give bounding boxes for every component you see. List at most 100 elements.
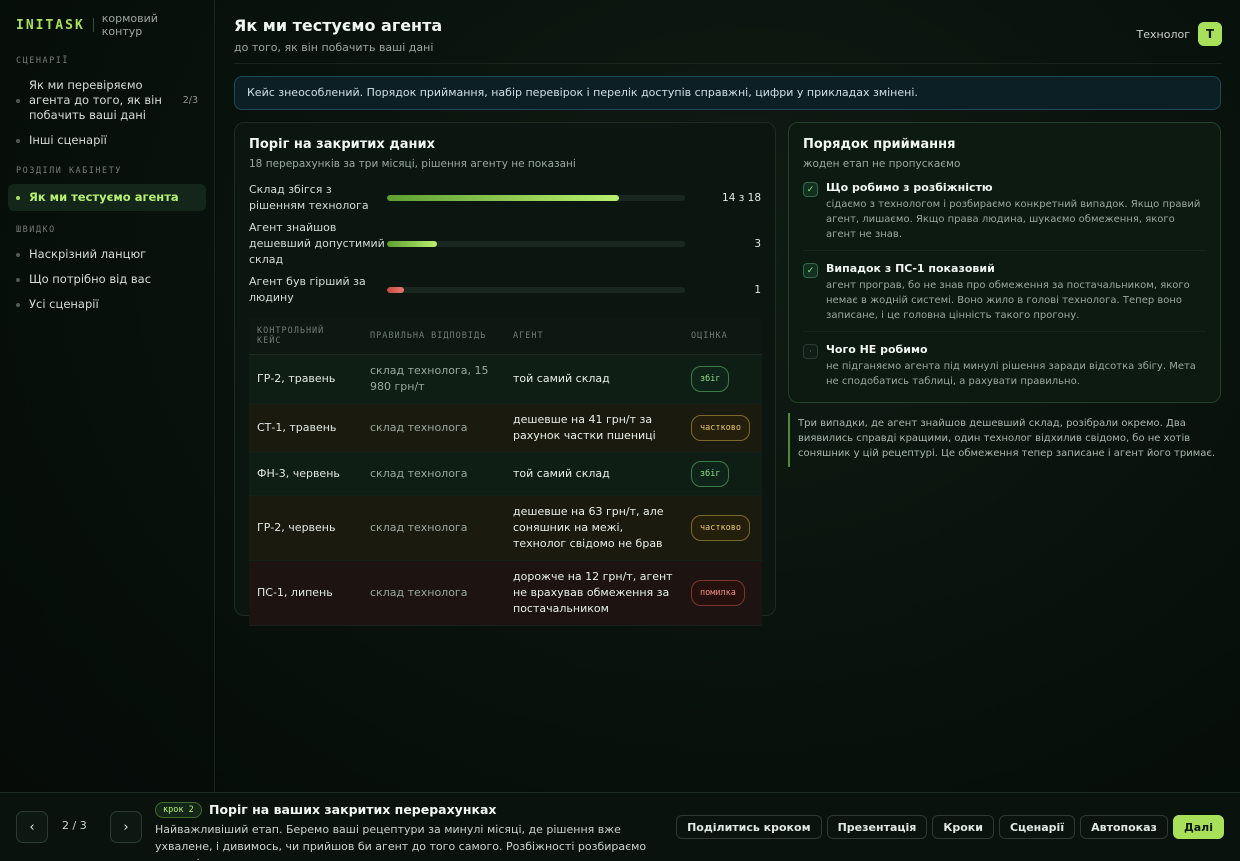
note-quote: Три випадки, де агент знайшов дешевший с…	[788, 413, 1221, 467]
agent-cell: дорожче на 12 грн/т, агент не врахував о…	[505, 560, 683, 626]
page-header: Як ми тестуємо агента до того, як він по…	[234, 14, 1222, 64]
bullet-icon	[16, 277, 20, 282]
metric-bar	[387, 287, 685, 293]
brand-divider	[92, 18, 94, 32]
metric-value: 1	[754, 284, 761, 296]
brand[interactable]: INITASK кормовий контур	[8, 12, 206, 38]
agent-cell: той самий склад	[505, 452, 683, 496]
table-row[interactable]: ГР-2, червень склад технолога дешевше на…	[249, 495, 762, 561]
card-subtitle: 18 перерахунків за три місяці, рішення а…	[249, 158, 576, 170]
acceptance-step: ✓ Випадок з ПС-1 показовий агент програв…	[803, 262, 1206, 332]
metric-match: Склад збігся з рішенням технолога 14 з 1…	[249, 182, 761, 214]
bullet-icon	[16, 252, 20, 257]
user-menu[interactable]: Технолог Т	[1137, 22, 1222, 46]
grade-cell: помилка	[683, 560, 762, 626]
section-label-scenarios: СЦЕНАРІЇ	[16, 56, 69, 66]
step-body: агент програв, бо не знав про обмеження …	[826, 280, 1190, 321]
step-title: Що робимо з розбіжністю	[826, 181, 993, 194]
chevron-left-icon: ‹	[29, 819, 35, 835]
status-badge: збіг	[691, 366, 730, 392]
brand-logo: INITASK	[16, 17, 85, 33]
acceptance-step: · Чого НЕ робимо не підганяємо агента пі…	[803, 343, 1206, 397]
case-cell: ПС-1, липень	[249, 560, 362, 626]
step-footer: ‹ 2 / 3 › крок 2 Поріг на ваших закритих…	[0, 792, 1240, 861]
sidebar-item-label: Наскрізний ланцюг	[29, 247, 147, 261]
sidebar-item-end-to-end[interactable]: Наскрізний ланцюг	[8, 243, 206, 266]
table-row[interactable]: СТ-1, травень склад технолога дешевше на…	[249, 403, 762, 453]
control-cases-table: КОНТРОЛЬНИЙ КЕЙС ПРАВИЛЬНА ВІДПОВІДЬ АГЕ…	[249, 318, 762, 626]
table-row[interactable]: ПС-1, липень склад технолога дорожче на …	[249, 560, 762, 626]
sidebar-item-all-scenarios[interactable]: Усі сценарії	[8, 293, 206, 316]
card-subtitle: жоден етап не пропускаємо	[803, 158, 961, 170]
metric-worse: Агент був гірший за людину 1	[249, 274, 761, 306]
metric-label: Склад збігся з рішенням технолога	[249, 183, 369, 212]
correct-cell: склад технолога, 15 980 грн/т	[362, 354, 505, 404]
prev-button[interactable]: ‹	[16, 811, 48, 843]
table-header-row: КОНТРОЛЬНИЙ КЕЙС ПРАВИЛЬНА ВІДПОВІДЬ АГЕ…	[249, 318, 762, 355]
status-badge: частково	[691, 415, 750, 441]
column-header[interactable]: ПРАВИЛЬНА ВІДПОВІДЬ	[362, 318, 505, 355]
agent-cell: дешевше на 63 грн/т, але соняшник на меж…	[505, 495, 683, 561]
correct-cell: склад технолога	[362, 560, 505, 626]
metric-bar-fill	[387, 287, 404, 293]
next-button[interactable]: ›	[110, 811, 142, 843]
step-title: Випадок з ПС-1 показовий	[826, 262, 995, 275]
step-tag: крок 2	[155, 802, 202, 818]
next-step-button[interactable]: Далі	[1172, 815, 1224, 839]
column-header[interactable]: КОНТРОЛЬНИЙ КЕЙС	[249, 318, 362, 355]
avatar[interactable]: Т	[1198, 22, 1222, 46]
scenarios-button[interactable]: Сценарії	[998, 815, 1076, 839]
sidebar-item-what-we-need[interactable]: Що потрібно від вас	[8, 268, 206, 291]
metric-bar-fill	[387, 195, 619, 201]
footer-actions: Поділитись кроком Презентація Кроки Сцен…	[671, 815, 1224, 839]
agent-cell: той самий склад	[505, 354, 683, 404]
page-title: Як ми тестуємо агента	[234, 16, 443, 35]
sidebar-item-label: Усі сценарії	[29, 297, 99, 311]
metric-bar	[387, 195, 685, 201]
metric-bar	[387, 241, 685, 247]
brand-subtitle: кормовий контур	[101, 12, 158, 38]
grade-cell: збіг	[683, 354, 762, 404]
anonymized-notice: Кейс знеособлений. Порядок приймання, на…	[234, 76, 1221, 110]
column-header[interactable]: ОЦІНКА	[683, 318, 762, 355]
grade-cell: частково	[683, 403, 762, 453]
bullet-icon	[16, 195, 20, 200]
metric-cheaper: Агент знайшов дешевший допустимий склад …	[249, 220, 761, 268]
checkbox-checked-icon: ✓	[803, 263, 818, 278]
metric-label: Агент знайшов дешевший допустимий склад	[249, 221, 385, 266]
presentation-button[interactable]: Презентація	[826, 815, 928, 839]
steps-button[interactable]: Кроки	[932, 815, 994, 839]
table-row[interactable]: ГР-2, травень склад технолога, 15 980 гр…	[249, 354, 762, 404]
acceptance-step: ✓ Що робимо з розбіжністю сідаємо з техн…	[803, 181, 1206, 251]
sidebar-item-count: 2/3	[182, 95, 198, 106]
metric-bar-fill	[387, 241, 437, 247]
acceptance-card: Порядок приймання жоден етап не пропуска…	[788, 122, 1221, 403]
case-cell: ФН-3, червень	[249, 452, 362, 496]
bullet-icon	[16, 302, 20, 307]
metrics-list: Склад збігся з рішенням технолога 14 з 1…	[249, 182, 761, 306]
status-badge: помилка	[691, 580, 745, 606]
sidebar-item-how-we-test[interactable]: Як ми тестуємо агента	[8, 184, 206, 211]
section-label-quick: ШВИДКО	[16, 225, 56, 235]
sidebar-item-label: Як ми тестуємо агента	[29, 190, 179, 204]
status-badge: частково	[691, 515, 750, 541]
sidebar-item-scenario-check[interactable]: Як ми перевіряємо агента до того, як він…	[8, 74, 206, 127]
bullet-icon	[16, 98, 20, 103]
correct-cell: склад технолога	[362, 495, 505, 561]
agent-cell: дешевше на 41 грн/т за рахунок частки пш…	[505, 403, 683, 453]
correct-cell: склад технолога	[362, 403, 505, 453]
sidebar-item-label: Що потрібно від вас	[29, 272, 152, 286]
case-cell: СТ-1, травень	[249, 403, 362, 453]
grade-cell: частково	[683, 495, 762, 561]
sidebar-item-other-scenarios[interactable]: Інші сценарії	[8, 129, 206, 152]
step-body: сідаємо з технологом і розбираємо конкре…	[826, 199, 1201, 240]
threshold-card: Поріг на закритих даних 18 перерахунків …	[234, 122, 776, 626]
table-row[interactable]: ФН-3, червень склад технолога той самий …	[249, 452, 762, 496]
page-subtitle: до того, як він побачить ваші дані	[234, 41, 434, 54]
autoplay-button[interactable]: Автопоказ	[1080, 815, 1168, 839]
metric-value: 14 з 18	[722, 192, 761, 204]
card-title: Порядок приймання	[803, 137, 956, 152]
share-step-button[interactable]: Поділитись кроком	[676, 815, 822, 839]
grade-cell: збіг	[683, 452, 762, 496]
column-header[interactable]: АГЕНТ	[505, 318, 683, 355]
